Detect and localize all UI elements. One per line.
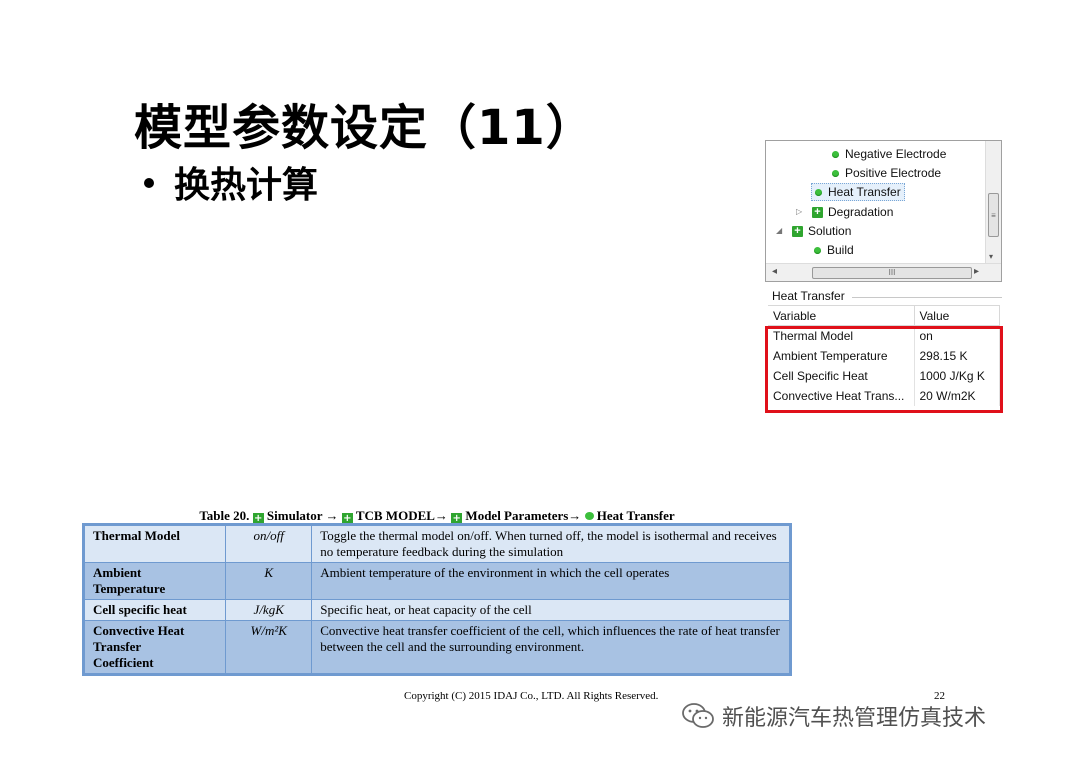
bullet-text: 换热计算 <box>174 165 319 206</box>
table-row: Thermal Model on/off Toggle the thermal … <box>83 525 790 563</box>
param-name: Convective Heat Transfer Coefficient <box>83 620 227 674</box>
leaf-dot-icon <box>832 150 839 158</box>
vertical-scrollbar[interactable]: ≡ ▾ <box>985 141 1001 265</box>
tree-item-label: Build <box>827 243 854 257</box>
bullet-row: 换热计算 <box>144 156 318 208</box>
plus-icon: + <box>792 225 803 237</box>
scroll-right-arrow-icon[interactable]: ▸ <box>974 266 979 277</box>
leaf-dot-icon <box>832 169 839 177</box>
param-unit: W/m²K <box>225 620 313 674</box>
wechat-icon <box>682 703 714 728</box>
copyright-text: Copyright (C) 2015 IDAJ Co., LTD. All Ri… <box>404 690 659 702</box>
leaf-dot-icon <box>814 246 821 254</box>
highlight-box <box>765 326 1003 413</box>
leaf-dot-icon <box>584 512 594 520</box>
tree-item-positive-electrode[interactable]: Positive Electrode <box>832 164 941 182</box>
caption-part: Model Parameters→ <box>465 508 582 523</box>
param-name: Thermal Model <box>83 525 227 563</box>
tree-item-degradation[interactable]: ▷ + Degradation <box>796 203 893 221</box>
vertical-scroll-thumb[interactable]: ≡ <box>988 193 999 237</box>
column-header-variable[interactable]: Variable <box>768 305 915 326</box>
table-row: Cell specific heat J/kgK Specific heat, … <box>83 599 790 621</box>
expand-arrow-icon[interactable]: ▷ <box>796 203 806 221</box>
collapse-arrow-icon[interactable]: ◢ <box>776 222 786 240</box>
param-name: Ambient Temperature <box>83 562 227 600</box>
param-desc: Specific heat, or heat capacity of the c… <box>311 599 790 621</box>
tree-item-solution[interactable]: ◢ + Solution <box>776 222 851 240</box>
caption-part: TCB MODEL→ <box>355 508 448 523</box>
param-desc: Toggle the thermal model on/off. When tu… <box>311 525 790 563</box>
tree-item-heat-transfer[interactable]: Heat Transfer <box>811 183 905 201</box>
properties-header-row: Variable Value <box>768 305 1000 326</box>
param-unit: on/off <box>225 525 313 563</box>
tree-item-label: Positive Electrode <box>845 166 942 180</box>
caption-part: Heat Transfer <box>596 508 675 523</box>
tree-item-label: Negative Electrode <box>845 147 947 161</box>
caption-prefix: Table 20. <box>199 508 250 523</box>
doc-table: Thermal Model on/off Toggle the thermal … <box>82 523 792 676</box>
horizontal-scroll-thumb[interactable]: III <box>812 267 972 279</box>
bullet-dot-icon <box>144 178 154 188</box>
scroll-down-arrow-icon[interactable]: ▾ <box>989 252 993 261</box>
slide-title: 模型参数设定（11） <box>134 100 595 156</box>
tree-item-label: Degradation <box>828 205 894 219</box>
horizontal-scrollbar[interactable]: ◂ III ▸ <box>766 263 1001 281</box>
doc-table-caption: Table 20. + Simulator → + TCB MODEL→ + M… <box>84 508 790 524</box>
properties-group-title: Heat Transfer <box>772 289 845 303</box>
scroll-left-arrow-icon[interactable]: ◂ <box>772 266 777 277</box>
table-row: Convective Heat Transfer Coefficient W/m… <box>83 620 790 674</box>
param-desc: Convective heat transfer coefficient of … <box>311 620 790 674</box>
leaf-dot-icon <box>815 188 822 196</box>
tree-item-build[interactable]: Build <box>814 241 854 259</box>
column-header-value[interactable]: Value <box>914 305 1000 326</box>
plus-icon: + <box>341 513 353 524</box>
watermark-text: 新能源汽车热管理仿真技术 <box>722 706 987 731</box>
caption-part: Simulator → <box>266 508 339 523</box>
param-desc: Ambient temperature of the environment i… <box>311 562 790 600</box>
plus-icon: + <box>252 513 264 524</box>
plus-icon: + <box>451 513 463 524</box>
tree-item-label: Heat Transfer <box>828 185 901 199</box>
tree-item-label: Solution <box>808 224 852 238</box>
tree-item-negative-electrode[interactable]: Negative Electrode <box>832 145 946 163</box>
model-tree-panel: Negative Electrode Positive Electrode He… <box>765 140 1002 282</box>
table-row: Ambient Temperature K Ambient temperatur… <box>83 562 790 600</box>
watermark: 新能源汽车热管理仿真技术 <box>680 700 986 732</box>
group-divider <box>852 297 1002 298</box>
plus-icon: + <box>812 206 823 218</box>
param-unit: J/kgK <box>225 599 313 621</box>
param-unit: K <box>225 562 313 600</box>
param-name: Cell specific heat <box>83 599 227 621</box>
